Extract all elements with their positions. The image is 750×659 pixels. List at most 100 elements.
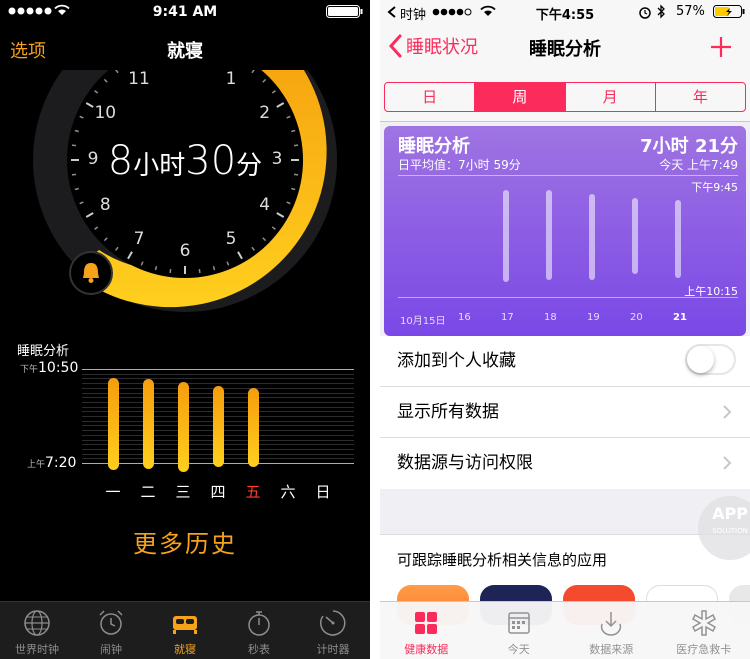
nav-bar: 选项 就寝 [0,28,370,68]
health-data-icon [415,612,438,634]
row-label: 添加到个人收藏 [397,351,516,371]
clock-number: 7 [133,228,145,249]
card-x-label: 16 [458,312,471,323]
add-icon[interactable] [710,36,732,58]
sleep-bar [143,379,154,469]
clock-number: 2 [259,103,271,123]
duration-minutes-unit: 分 [236,151,263,181]
wake-handle[interactable] [69,251,113,295]
duration-hours: 8 [107,138,134,184]
clock-number: 6 [179,241,191,261]
tab-alarm[interactable]: 闹钟 [74,602,148,659]
favorite-toggle[interactable] [685,344,736,375]
segment-month[interactable]: 月 [566,83,656,111]
settings-list: 添加到个人收藏 显示所有数据 数据源与访问权限 [380,336,750,489]
tab-label: 就寝 [174,643,196,656]
tab-label: 健康数据 [404,643,449,656]
health-sleep-screen: 时钟 下午4:55 57% 睡眠状况 睡眠分析 日 周 月 年 睡眠分析 日平均… [380,0,750,659]
status-time: 9:41 AM [152,4,218,20]
apps-title: 可跟踪睡眠分析相关信息的应用 [397,551,608,569]
clock-number: 4 [259,195,271,215]
tab-bedtime[interactable]: 就寝 [148,602,222,659]
clock-tick [291,187,296,191]
day-label: 四 [210,483,226,501]
day-label: 一 [105,483,121,501]
timer-icon [320,610,346,636]
card-x-label: 21 [673,312,687,323]
tab-health-data[interactable]: 健康数据 [380,602,473,659]
card-top-time: 下午9:45 [691,181,738,194]
medical-id-icon [691,610,716,636]
alarm-clock-icon [99,610,123,635]
sleep-bar [213,386,224,467]
card-sleep-bar [503,190,509,282]
card-x-label: 17 [501,312,514,323]
tab-label: 今天 [507,643,530,656]
duration-hours-unit: 小时 [133,151,186,181]
clock-number: 5 [225,228,237,249]
watermark-main: APP [712,504,748,523]
card-divider [398,175,738,176]
day-label: 日 [315,483,331,501]
bed-icon [173,616,197,634]
tab-label: 医疗急救卡 [676,643,732,656]
clock-number: 1 [225,69,237,90]
sleep-analysis-card[interactable]: 睡眠分析 日平均值：7小时 59分 7小时 21分 今天 上午7:49 下午9:… [384,126,746,336]
clock-tick [74,129,79,133]
page-title: 就寝 [167,41,203,62]
watermark-sub: SOLUTION [712,527,748,535]
sleep-duration: 8小时30分 [0,138,370,184]
clock-tick [291,129,296,133]
day-label: 五 [245,483,261,501]
card-average: 日平均值：7小时 59分 [398,158,521,172]
bottom-time-prefix: 上午 [27,460,46,470]
top-time-prefix: 下午 [20,365,39,375]
more-history-link[interactable]: 更多历史 [0,524,370,559]
tab-label: 数据来源 [589,643,634,656]
tab-label: 计时器 [316,643,350,656]
page-title: 睡眠分析 [529,39,601,60]
tab-world-clock[interactable]: 世界时钟 [0,602,74,659]
period-selector-bar: 日 周 月 年 [380,72,750,122]
alarm-icon [639,7,651,19]
segment-year[interactable]: 年 [656,83,745,111]
sleep-history-chart: 睡眠分析 下午 10:50 上午 7:20 一 二 三 四 五 六 日 [0,336,370,506]
sources-access-row[interactable]: 数据源与访问权限 [380,438,750,489]
show-all-data-row[interactable]: 显示所有数据 [380,387,750,438]
top-time: 10:50 [38,360,79,376]
card-sleep-bar [546,190,552,280]
add-to-favorites-row: 添加到个人收藏 [380,336,750,387]
duration-minutes: 30 [185,138,237,184]
clock-tick [198,268,201,274]
sleep-bar [248,388,259,467]
bedtime-clock[interactable]: 1 2 3 4 5 6 7 8 9 10 11 8小时30分 [0,69,370,330]
sleep-chart-title: 睡眠分析 [17,344,70,359]
tab-bar: 世界时钟 闹钟 就寝 秒表 计时器 [0,601,370,659]
row-label: 显示所有数据 [397,402,499,422]
clock-number: 10 [94,103,117,123]
sleep-bar [108,378,119,470]
battery-icon [713,5,745,18]
segment-week[interactable]: 周 [475,83,566,111]
tab-timer[interactable]: 计时器 [296,602,370,659]
card-sleep-bar [589,194,595,280]
tab-label: 世界时钟 [15,643,59,656]
battery-icon [326,5,363,18]
tab-today[interactable]: 今天 [473,602,566,659]
tab-stopwatch[interactable]: 秒表 [222,602,296,659]
toggle-knob [687,346,714,373]
segment-day[interactable]: 日 [385,83,476,111]
tab-sources[interactable]: 数据来源 [565,602,658,659]
top-line [82,369,354,370]
sources-icon [601,612,622,636]
globe-icon [24,610,50,636]
grid-line [82,383,354,385]
card-title: 睡眠分析 [398,136,470,157]
chevron-right-icon [723,456,732,470]
day-label: 二 [140,483,156,501]
stopwatch-icon [248,611,270,636]
chevron-right-icon [723,405,732,419]
tab-medical-id[interactable]: 医疗急救卡 [658,602,750,659]
tab-bar: 健康数据 今天 数据来源 医疗急救卡 [380,601,750,659]
day-label: 三 [175,483,191,501]
